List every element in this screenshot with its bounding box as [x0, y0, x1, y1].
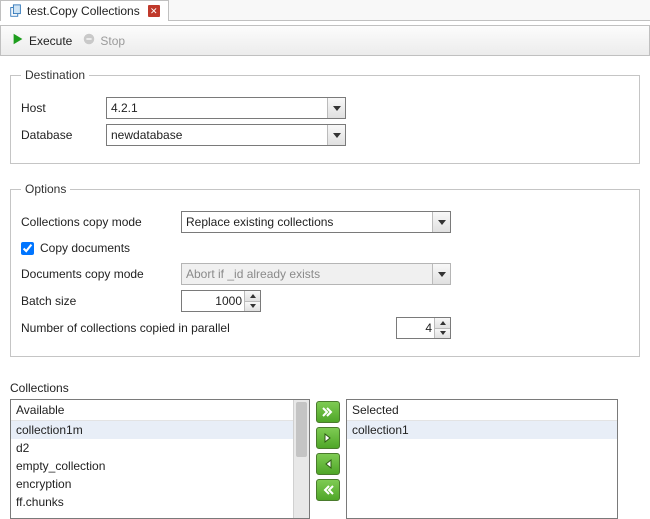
copy-documents-checkbox[interactable]	[21, 242, 34, 255]
database-combo[interactable]: newdatabase	[106, 124, 346, 146]
stop-button: Stop	[78, 30, 129, 51]
chevron-down-icon	[432, 264, 450, 284]
chevron-down-icon	[327, 125, 345, 145]
tab-title: test.Copy Collections	[27, 4, 140, 18]
collections-legend: Collections	[10, 381, 640, 395]
list-item[interactable]: empty_collection	[11, 457, 309, 475]
parallel-spinner[interactable]	[434, 318, 450, 338]
active-tab[interactable]: test.Copy Collections ✕	[0, 0, 169, 21]
stop-icon	[82, 32, 96, 49]
destination-legend: Destination	[21, 68, 89, 82]
copy-mode-combo[interactable]: Replace existing collections	[181, 211, 451, 233]
host-value: 4.2.1	[111, 101, 138, 115]
move-left-button[interactable]	[316, 453, 340, 475]
database-value: newdatabase	[111, 128, 182, 142]
toolbar: Execute Stop	[0, 25, 650, 56]
host-label: Host	[21, 101, 106, 115]
copy-documents-label: Copy documents	[40, 241, 130, 255]
options-group: Options Collections copy mode Replace ex…	[10, 182, 640, 357]
parallel-input[interactable]: 4	[396, 317, 451, 339]
collections-area: Collections Available collection1m d2 em…	[0, 381, 650, 519]
batch-size-label: Batch size	[21, 294, 181, 308]
stop-label: Stop	[100, 34, 125, 48]
spin-down-icon[interactable]	[434, 329, 450, 339]
chevron-down-icon	[432, 212, 450, 232]
move-right-button[interactable]	[316, 427, 340, 449]
tab-bar: test.Copy Collections ✕	[0, 0, 650, 21]
docs-mode-label: Documents copy mode	[21, 267, 181, 281]
available-list[interactable]: Available collection1m d2 empty_collecti…	[10, 399, 310, 519]
list-item[interactable]: collection1m	[11, 421, 309, 439]
batch-size-input[interactable]: 1000	[181, 290, 261, 312]
list-item[interactable]: encryption	[11, 475, 309, 493]
copy-mode-label: Collections copy mode	[21, 215, 181, 229]
spin-up-icon[interactable]	[244, 291, 260, 302]
available-header: Available	[11, 400, 309, 421]
spin-up-icon[interactable]	[434, 318, 450, 329]
list-item[interactable]: d2	[11, 439, 309, 457]
copy-mode-value: Replace existing collections	[186, 215, 333, 229]
database-label: Database	[21, 128, 106, 142]
close-icon[interactable]: ✕	[148, 5, 160, 17]
chevron-down-icon	[327, 98, 345, 118]
batch-size-value: 1000	[215, 294, 242, 308]
move-all-right-button[interactable]	[316, 401, 340, 423]
execute-button[interactable]: Execute	[7, 30, 76, 51]
options-legend: Options	[21, 182, 70, 196]
parallel-label: Number of collections copied in parallel	[21, 321, 396, 335]
docs-mode-value: Abort if _id already exists	[186, 267, 320, 281]
host-combo[interactable]: 4.2.1	[106, 97, 346, 119]
docs-mode-combo: Abort if _id already exists	[181, 263, 451, 285]
parallel-value: 4	[425, 321, 432, 335]
destination-group: Destination Host 4.2.1 Database newdatab…	[10, 68, 640, 164]
copy-icon	[9, 4, 23, 18]
move-all-left-button[interactable]	[316, 479, 340, 501]
list-item[interactable]: collection1	[347, 421, 617, 439]
selected-list[interactable]: Selected collection1	[346, 399, 618, 519]
spin-down-icon[interactable]	[244, 302, 260, 312]
execute-label: Execute	[29, 34, 72, 48]
selected-header: Selected	[347, 400, 617, 421]
list-item[interactable]: ff.chunks	[11, 493, 309, 511]
transfer-buttons	[316, 399, 340, 519]
play-icon	[11, 32, 25, 49]
batch-size-spinner[interactable]	[244, 291, 260, 311]
scrollbar[interactable]	[293, 400, 309, 518]
